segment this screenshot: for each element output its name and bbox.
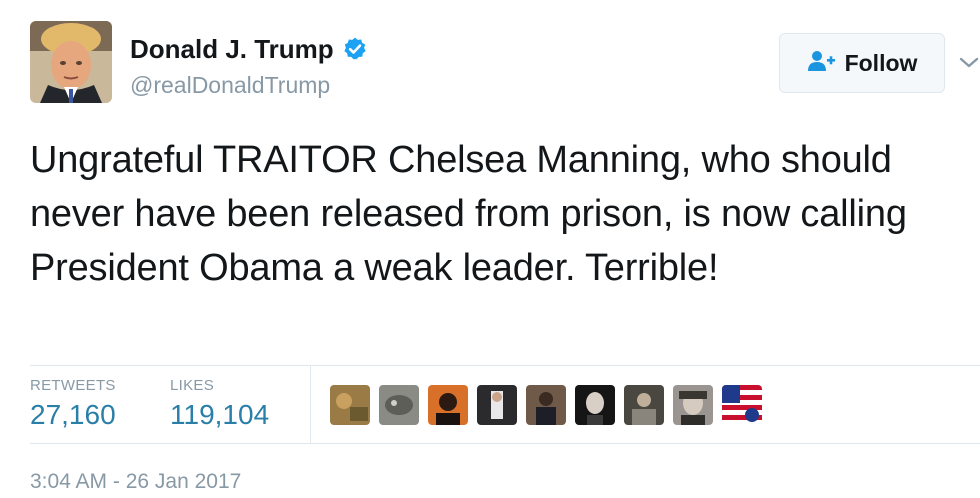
user-name-row: Donald J. Trump xyxy=(130,33,368,65)
retweets-label: RETWEETS xyxy=(30,377,116,394)
liker-avatar[interactable] xyxy=(428,385,468,425)
verified-badge-icon xyxy=(342,36,368,62)
follow-button-label: Follow xyxy=(844,49,918,76)
liker-avatar[interactable] xyxy=(722,385,762,425)
retweets-count: 27,160 xyxy=(30,399,116,430)
liker-avatar[interactable] xyxy=(673,385,713,425)
follow-button[interactable]: Follow xyxy=(779,33,945,93)
chevron-down-icon[interactable] xyxy=(958,55,980,71)
user-name[interactable]: Donald J. Trump xyxy=(130,33,334,65)
divider xyxy=(30,365,980,366)
tweet-text: Ungrateful TRAITOR Chelsea Manning, who … xyxy=(30,139,907,289)
user-handle[interactable]: @realDonaldTrump xyxy=(130,71,330,99)
liker-avatar[interactable] xyxy=(330,385,370,425)
liker-avatar[interactable] xyxy=(379,385,419,425)
tweet-stats: RETWEETS 27,160 LIKES 119,104 xyxy=(30,377,269,433)
avatar-image xyxy=(30,21,112,103)
liker-avatar[interactable] xyxy=(526,385,566,425)
retweets-stat[interactable]: RETWEETS 27,160 xyxy=(30,377,170,433)
stats-separator xyxy=(310,365,311,443)
add-user-icon xyxy=(807,50,835,77)
likes-stat[interactable]: LIKES 119,104 xyxy=(170,377,269,433)
tweet-timestamp[interactable]: 3:04 AM - 26 Jan 2017 xyxy=(30,469,241,495)
liker-avatar[interactable] xyxy=(575,385,615,425)
likes-label: LIKES xyxy=(170,377,215,394)
liker-avatar[interactable] xyxy=(477,385,517,425)
divider xyxy=(30,443,980,444)
liker-avatars xyxy=(330,385,762,425)
avatar[interactable] xyxy=(30,21,112,103)
likes-count: 119,104 xyxy=(170,399,270,430)
liker-avatar[interactable] xyxy=(624,385,664,425)
